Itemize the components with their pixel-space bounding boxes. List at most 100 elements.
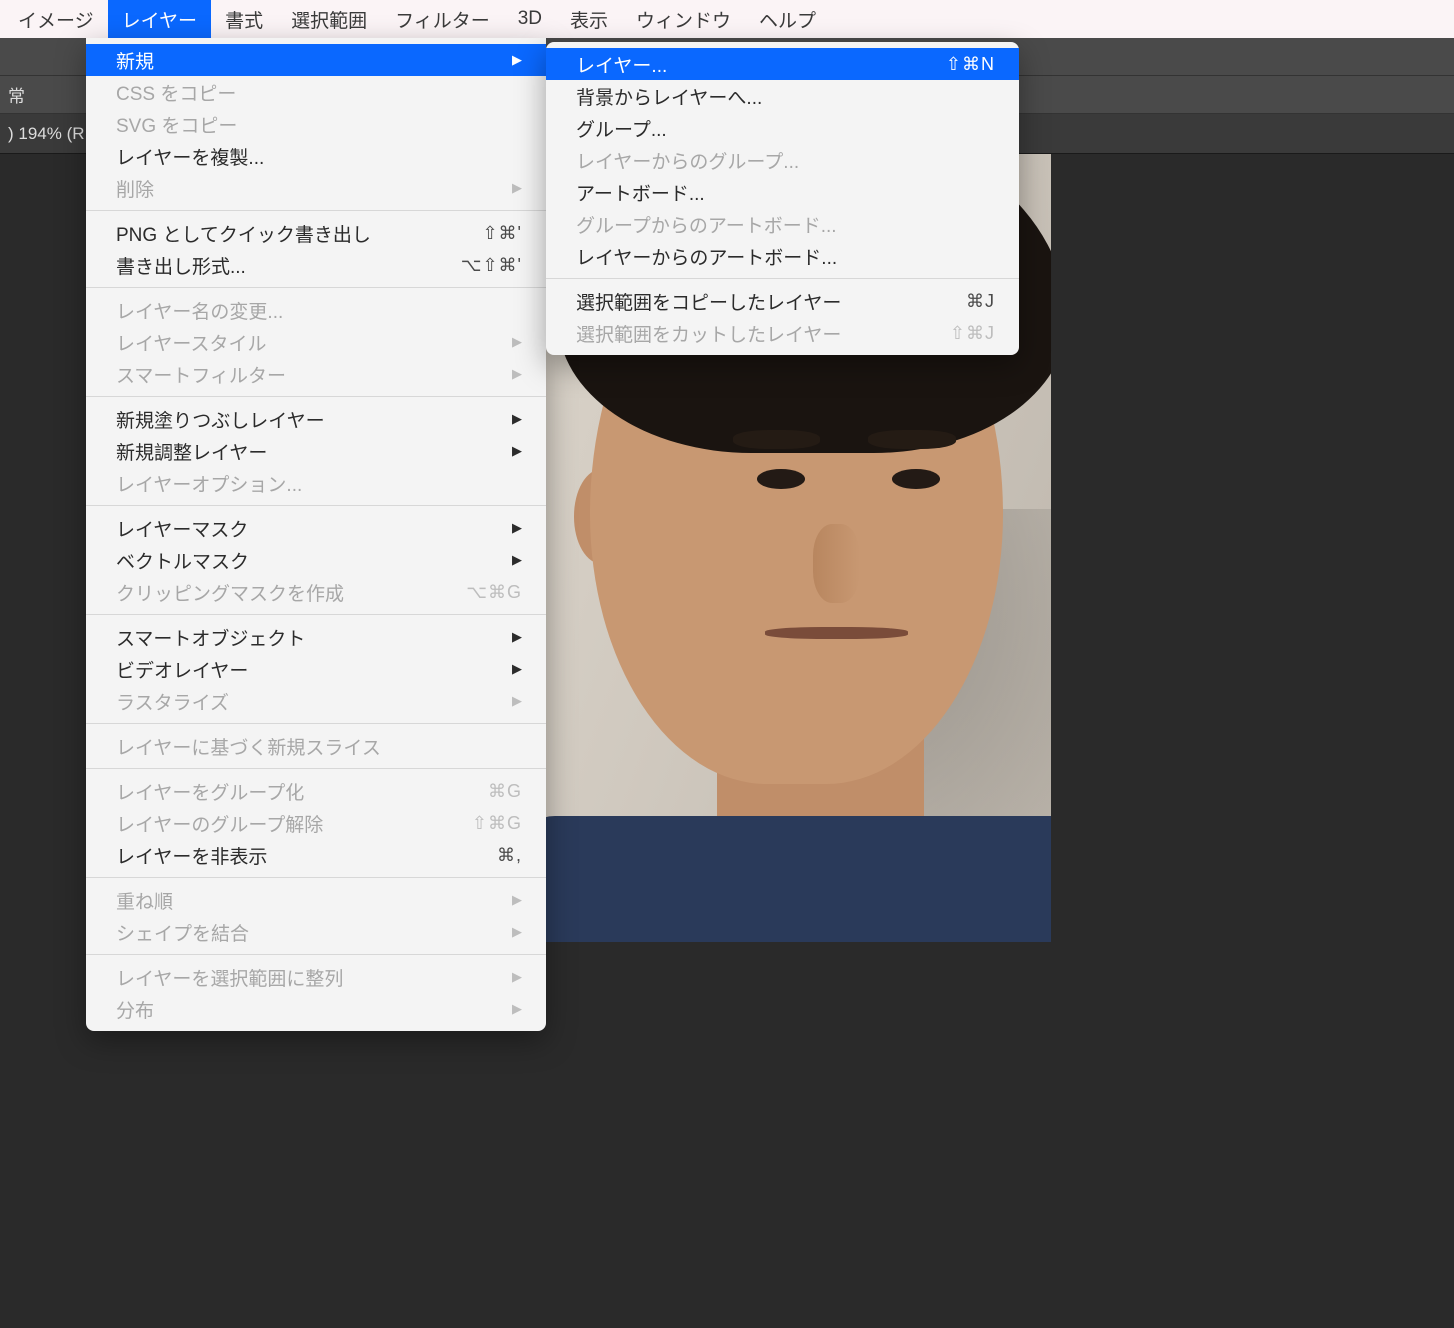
submenu-arrow-icon: ▶ xyxy=(512,693,522,709)
layer-menu-item-4-0[interactable]: レイヤーマスク▶ xyxy=(86,512,546,544)
menu-item-label: レイヤー... xyxy=(576,51,906,78)
menu-item-label: 新規調整レイヤー xyxy=(116,438,472,465)
menu-item-shortcut: ⌘G xyxy=(488,781,522,802)
menu-6[interactable]: 表示 xyxy=(556,0,622,39)
submenu-arrow-icon: ▶ xyxy=(512,1001,522,1017)
layer-menu-item-0-3[interactable]: レイヤーを複製... xyxy=(86,140,546,172)
menu-separator xyxy=(86,287,546,288)
menu-item-label: レイヤーを非表示 xyxy=(116,842,457,869)
menu-5[interactable]: 3D xyxy=(504,2,556,36)
menubar: イメージレイヤー書式選択範囲フィルター3D表示ウィンドウヘルプ xyxy=(0,0,1454,38)
new-submenu-item-0-6[interactable]: レイヤーからのアートボード... xyxy=(546,240,1019,272)
menu-item-label: レイヤーを複製... xyxy=(116,143,522,170)
menu-item-label: 削除 xyxy=(116,175,472,202)
menu-separator xyxy=(86,210,546,211)
layer-menu-item-7-0: レイヤーをグループ化 ⌘G xyxy=(86,775,546,807)
menu-item-label: レイヤーオプション... xyxy=(116,470,522,497)
layer-menu-item-8-0: 重ね順 ▶ xyxy=(86,884,546,916)
layer-menu-item-4-2: クリッピングマスクを作成 ⌥⌘G xyxy=(86,576,546,608)
new-submenu[interactable]: レイヤー... ⇧⌘N 背景からレイヤーへ...グループ...レイヤーからのグループ… xyxy=(546,42,1019,355)
menu-separator xyxy=(86,614,546,615)
menu-item-label: レイヤー名の変更... xyxy=(116,297,522,324)
new-submenu-item-1-1: 選択範囲をカットしたレイヤー⇧⌘J xyxy=(546,317,1019,349)
layer-menu-dropdown[interactable]: 新規 ▶ CSS をコピー SVG をコピーレイヤーを複製... 削除 ▶ PNG としてク… xyxy=(86,38,546,1031)
menu-item-shortcut: ⇧⌘N xyxy=(946,54,995,75)
submenu-arrow-icon: ▶ xyxy=(512,180,522,196)
menu-item-label: 背景からレイヤーへ... xyxy=(576,83,995,110)
submenu-arrow-icon: ▶ xyxy=(512,969,522,985)
new-submenu-item-0-2[interactable]: グループ... xyxy=(546,112,1019,144)
new-submenu-item-0-0[interactable]: レイヤー... ⇧⌘N xyxy=(546,48,1019,80)
menu-4[interactable]: フィルター xyxy=(381,0,504,39)
menu-7[interactable]: ウィンドウ xyxy=(622,0,745,39)
menu-separator xyxy=(86,723,546,724)
submenu-arrow-icon: ▶ xyxy=(512,366,522,382)
menu-item-shortcut: ⇧⌘G xyxy=(472,813,522,834)
new-submenu-item-0-5: グループからのアートボード... xyxy=(546,208,1019,240)
layer-menu-item-0-1: CSS をコピー xyxy=(86,76,546,108)
layer-menu-item-8-1: シェイプを結合 ▶ xyxy=(86,916,546,948)
submenu-arrow-icon: ▶ xyxy=(512,924,522,940)
menu-item-label: スマートフィルター xyxy=(116,361,472,388)
layer-menu-item-5-0[interactable]: スマートオブジェクト ▶ xyxy=(86,621,546,653)
submenu-arrow-icon: ▶ xyxy=(512,520,522,536)
layer-menu-item-0-0[interactable]: 新規 ▶ xyxy=(86,44,546,76)
menu-0[interactable]: イメージ xyxy=(4,0,108,39)
menu-item-shortcut: ⌘, xyxy=(497,845,522,866)
menu-item-label: ベクトルマスク xyxy=(116,547,472,574)
menu-3[interactable]: 選択範囲 xyxy=(277,0,381,39)
menu-item-label: シェイプを結合 xyxy=(116,919,472,946)
menu-item-label: レイヤーをグループ化 xyxy=(116,778,448,805)
menu-item-label: レイヤーのグループ解除 xyxy=(116,810,432,837)
layer-menu-item-1-1[interactable]: 書き出し形式... ⌥⇧⌘' xyxy=(86,249,546,281)
menu-item-shortcut: ⌥⌘G xyxy=(466,582,522,603)
menu-item-label: クリッピングマスクを作成 xyxy=(116,579,426,606)
menu-separator xyxy=(86,877,546,878)
layer-menu-item-0-2: SVG をコピー xyxy=(86,108,546,140)
new-submenu-item-1-0[interactable]: 選択範囲をコピーしたレイヤー ⌘J xyxy=(546,285,1019,317)
layer-menu-item-2-1: レイヤースタイル▶ xyxy=(86,326,546,358)
submenu-arrow-icon: ▶ xyxy=(512,552,522,568)
layer-menu-item-9-1: 分布▶ xyxy=(86,993,546,1025)
menu-item-label: SVG をコピー xyxy=(116,111,522,138)
submenu-arrow-icon: ▶ xyxy=(512,411,522,427)
layer-menu-item-7-1: レイヤーのグループ解除 ⇧⌘G xyxy=(86,807,546,839)
menu-item-label: ラスタライズ xyxy=(116,688,472,715)
submenu-arrow-icon: ▶ xyxy=(512,334,522,350)
menu-item-shortcut: ⇧⌘' xyxy=(482,223,522,244)
new-submenu-item-0-4[interactable]: アートボード... xyxy=(546,176,1019,208)
menu-item-label: PNG としてクイック書き出し xyxy=(116,220,442,247)
layer-menu-item-0-4: 削除 ▶ xyxy=(86,172,546,204)
menu-item-label: 書き出し形式... xyxy=(116,252,421,279)
new-submenu-item-0-1[interactable]: 背景からレイヤーへ... xyxy=(546,80,1019,112)
menu-item-label: 新規 xyxy=(116,47,472,74)
menu-item-label: 重ね順 xyxy=(116,887,472,914)
menu-separator xyxy=(546,278,1019,279)
menu-2[interactable]: 書式 xyxy=(211,0,277,39)
menu-8[interactable]: ヘルプ xyxy=(745,0,830,39)
menu-separator xyxy=(86,396,546,397)
menu-separator xyxy=(86,954,546,955)
menu-item-label: CSS をコピー xyxy=(116,79,522,106)
layer-menu-item-2-0: レイヤー名の変更... xyxy=(86,294,546,326)
layer-menu-item-4-1[interactable]: ベクトルマスク ▶ xyxy=(86,544,546,576)
menu-item-label: 選択範囲をコピーしたレイヤー xyxy=(576,288,926,315)
menu-item-label: ビデオレイヤー xyxy=(116,656,472,683)
menu-item-label: スマートオブジェクト xyxy=(116,624,472,651)
menu-item-label: レイヤーを選択範囲に整列 xyxy=(116,964,472,991)
menu-1[interactable]: レイヤー xyxy=(108,0,211,39)
menu-item-shortcut: ⌥⇧⌘' xyxy=(461,255,522,276)
menu-item-shortcut: ⌘J xyxy=(966,291,995,312)
submenu-arrow-icon: ▶ xyxy=(512,629,522,645)
layer-menu-item-5-1[interactable]: ビデオレイヤー▶ xyxy=(86,653,546,685)
menu-item-label: レイヤーからのアートボード... xyxy=(576,243,995,270)
menu-item-label: 選択範囲をカットしたレイヤー xyxy=(576,320,910,347)
layer-menu-item-1-0[interactable]: PNG としてクイック書き出し ⇧⌘' xyxy=(86,217,546,249)
new-submenu-item-0-3: レイヤーからのグループ... xyxy=(546,144,1019,176)
layer-menu-item-3-0[interactable]: 新規塗りつぶしレイヤー▶ xyxy=(86,403,546,435)
submenu-arrow-icon: ▶ xyxy=(512,892,522,908)
submenu-arrow-icon: ▶ xyxy=(512,52,522,68)
layer-menu-item-7-2[interactable]: レイヤーを非表示 ⌘, xyxy=(86,839,546,871)
menu-separator xyxy=(86,768,546,769)
layer-menu-item-3-1[interactable]: 新規調整レイヤー▶ xyxy=(86,435,546,467)
